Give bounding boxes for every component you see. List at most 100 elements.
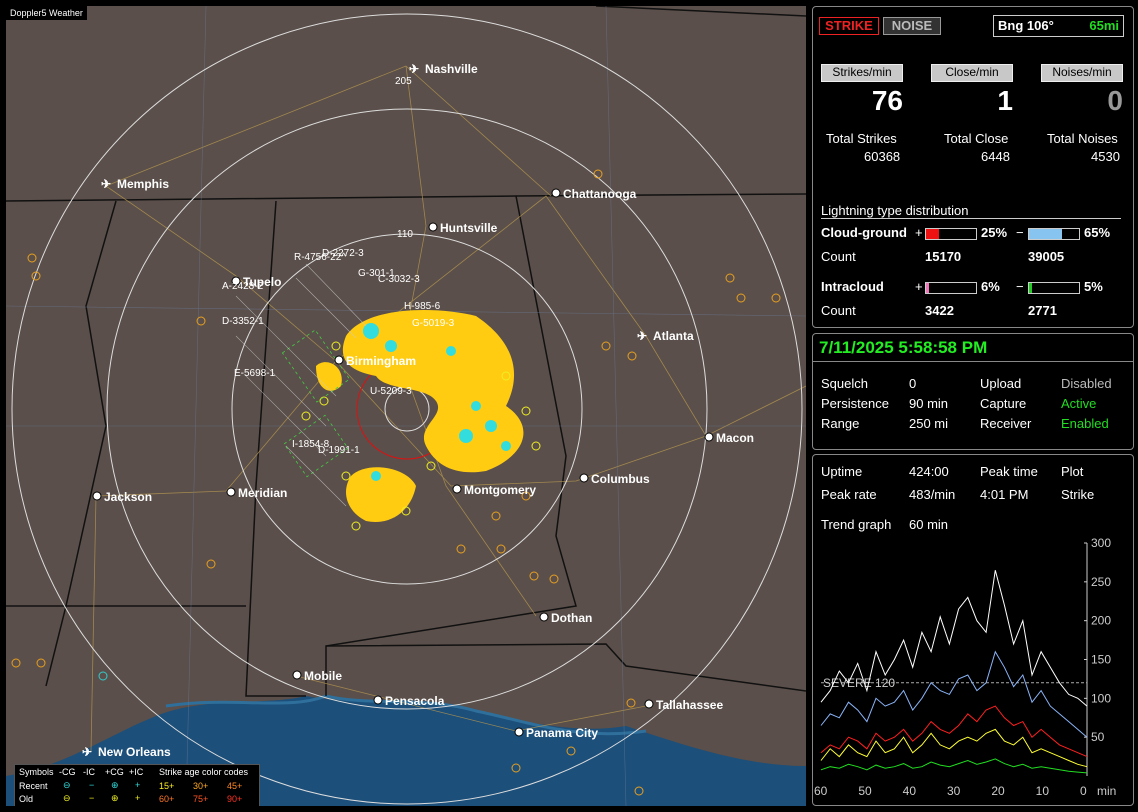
strike-counter-panel: STRIKE NOISE Bng 106° 65mi Strikes/min C… (812, 6, 1134, 328)
storm-cell-label[interactable]: D-3352-1 (222, 316, 264, 327)
bearing-box: Bng 106° 65mi (993, 15, 1124, 37)
trend-series-line (820, 758, 1088, 774)
persistence-value: 90 min (909, 396, 949, 411)
strike-symbol-legend: Symbols -CG -IC +CG +IC Strike age color… (14, 764, 260, 806)
road-label: 205 (395, 76, 412, 87)
airport-icon: ✈ (637, 329, 647, 343)
radar-map[interactable]: Doppler5 Weather ✈ Nashville ✈ Memphis C… (6, 6, 806, 806)
plot-label: Plot (1061, 464, 1084, 479)
x-tick-label: 10 (1036, 784, 1050, 798)
storm-cell-label[interactable]: E-5698-1 (234, 368, 276, 379)
trend-graph: 3002502001501005060 50 40 30 20 10 0 minSEVERE … (814, 536, 1116, 798)
storm-cell-label[interactable]: G-5019-3 (412, 318, 455, 329)
city-label: Chattanooga (563, 187, 637, 201)
city-dot-icon (539, 612, 549, 622)
total-strikes-value: 60368 (864, 149, 901, 164)
storm-cell-label[interactable]: H-985-6 (404, 301, 441, 312)
legend-col-neg-cg: -CG (59, 767, 76, 777)
ic-label: Intracloud (821, 279, 884, 294)
road-label: 110 (397, 229, 413, 240)
storm-cell-label[interactable]: R-4756-22^ (294, 252, 346, 263)
distribution-title: Lightning type distribution (821, 203, 1121, 219)
city-dot-icon (644, 699, 654, 709)
storm-cell-label[interactable]: U-5209-3 (370, 386, 412, 397)
pos-ic-recent-icon: + (135, 780, 141, 790)
y-tick-label: 300 (1091, 536, 1111, 550)
neg-cg-recent-icon: ⊖ (63, 780, 71, 790)
airport-icon: ✈ (82, 745, 92, 759)
storm-cell-label[interactable]: A-2428-2 (222, 281, 264, 292)
current-datetime: 7/11/2025 5:58:58 PM (819, 338, 988, 357)
ic-positive-count: 3422 (925, 303, 954, 318)
x-tick-label: 50 (858, 784, 872, 798)
noises-per-min-value: 0 (1107, 85, 1123, 116)
close-per-min-header: Close/min (931, 64, 1013, 82)
trend-series-line (820, 650, 1088, 738)
total-noises-value: 4530 (1091, 149, 1120, 164)
map-canvas[interactable]: ✈ Nashville ✈ Memphis Chattanooga Huntsville T… (6, 6, 806, 806)
city-label: Columbus (591, 472, 650, 486)
capture-label: Capture (980, 396, 1027, 411)
ic-count-label: Count (821, 303, 856, 318)
x-tick-label: 20 (991, 784, 1005, 798)
y-tick-label: 150 (1091, 653, 1111, 667)
cg-count-label: Count (821, 249, 856, 264)
city-marker: ✈ Nashville (409, 62, 478, 76)
city-marker: Huntsville (428, 221, 498, 235)
city-marker: Pensacola (373, 694, 445, 708)
city-label: Pensacola (385, 694, 445, 708)
status-panel: 7/11/2025 5:58:58 PM Squelch 0 Upload Di… (812, 333, 1134, 450)
ic-positive-bar (925, 282, 977, 294)
ic-negative-count: 2771 (1028, 303, 1057, 318)
persistence-label: Persistence (821, 396, 889, 411)
city-label: Atlanta (653, 329, 694, 343)
city-label: New Orleans (98, 745, 171, 759)
legend-col-pos-cg: +CG (105, 767, 124, 777)
age-15: 15+ (159, 781, 175, 791)
city-dot-icon (428, 222, 438, 232)
city-marker: ✈ Atlanta (637, 329, 694, 343)
city-dot-icon (334, 355, 344, 365)
ic-negative-pct: 5% (1084, 279, 1103, 294)
neg-ic-recent-icon: − (89, 780, 95, 790)
x-tick-label: 40 (903, 784, 917, 798)
storm-cell-label[interactable]: C-3032-3 (378, 274, 420, 285)
capture-value: Active (1061, 396, 1097, 411)
city-label: Meridian (238, 486, 287, 500)
total-close-value: 6448 (981, 149, 1010, 164)
city-label: Nashville (425, 62, 478, 76)
city-marker: Jackson (92, 490, 152, 504)
receiver-label: Receiver (980, 416, 1032, 431)
strikes-per-min-value: 76 (871, 85, 903, 116)
noises-per-min-header: Noises/min (1041, 64, 1123, 82)
city-marker: Mobile (292, 669, 342, 683)
peak-time-value: 4:01 PM (980, 487, 1029, 502)
city-marker: Tallahassee (644, 698, 723, 712)
city-dot-icon (373, 695, 383, 705)
y-tick-label: 50 (1091, 730, 1105, 744)
cg-positive-bar (925, 228, 977, 240)
city-dot-icon (452, 484, 462, 494)
age-90: 90+ (227, 794, 243, 804)
city-label: Huntsville (440, 221, 498, 235)
airport-icon: ✈ (101, 177, 111, 191)
city-marker: Meridian (226, 486, 287, 500)
city-label: Macon (716, 431, 754, 445)
peak-rate-label: Peak rate (821, 487, 877, 502)
bearing-label: Bng 106° (998, 18, 1054, 33)
y-tick-label: 250 (1091, 575, 1111, 589)
ic-negative-bar (1028, 282, 1080, 294)
city-label: Montgomery (464, 483, 536, 497)
uptime-label: Uptime (821, 464, 863, 479)
cg-negative-pct: 65% (1084, 225, 1111, 240)
strike-mode-button[interactable]: STRIKE (819, 17, 879, 35)
x-tick-label: 0 (1080, 784, 1087, 798)
trend-value: 60 min (909, 517, 949, 532)
noise-mode-button[interactable]: NOISE (883, 17, 941, 35)
total-strikes-label: Total Strikes (826, 131, 897, 146)
pos-cg-old-icon: ⊕ (111, 793, 119, 803)
city-marker: Columbus (579, 472, 650, 486)
city-marker: Chattanooga (551, 187, 637, 201)
storm-cell-label[interactable]: D-1991-1 (318, 445, 360, 456)
city-marker: Birmingham (334, 354, 416, 368)
